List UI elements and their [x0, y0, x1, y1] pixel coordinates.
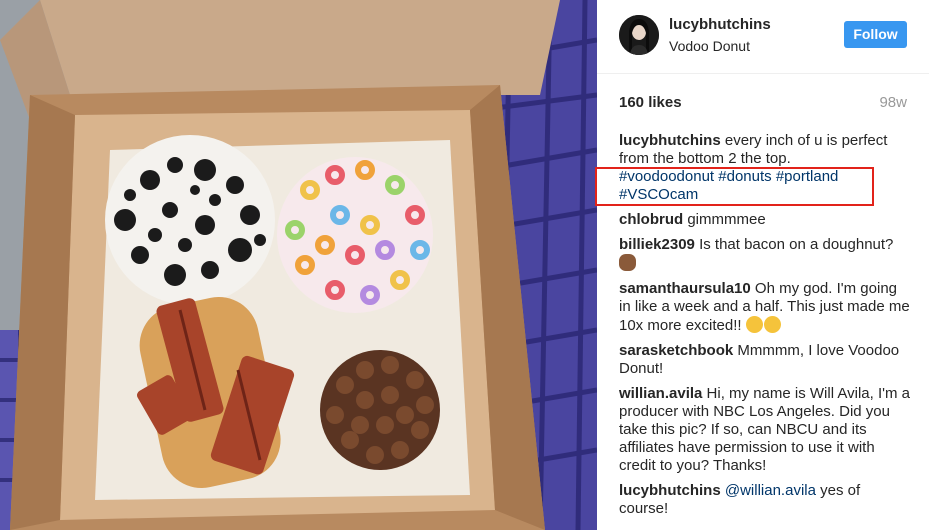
froot-loops-donut	[277, 157, 433, 313]
see-no-evil-monkey-icon	[619, 254, 636, 271]
hashtag-link[interactable]: #VSCOcam	[619, 186, 698, 203]
follow-button[interactable]: Follow	[844, 21, 907, 48]
post-photo[interactable]	[0, 0, 597, 530]
comment-item: sarasketchbook Mmmmm, I love Voodoo Donu…	[619, 342, 911, 378]
comment-username[interactable]: billiek2309	[619, 236, 695, 253]
hashtag-link[interactable]: #voodoodonut	[619, 168, 714, 185]
caption: lucybhutchins every inch of u is perfect…	[619, 132, 911, 204]
post-age[interactable]: 98w	[879, 94, 907, 111]
avatar[interactable]	[619, 15, 659, 55]
comment-text: gimmmmee	[687, 211, 766, 228]
comments-list: lucybhutchins every inch of u is perfect…	[619, 132, 911, 525]
comment-username[interactable]: willian.avila	[619, 385, 702, 402]
comment-item: billiek2309 Is that bacon on a doughnut?	[619, 236, 911, 273]
comment-username[interactable]: sarasketchbook	[619, 342, 733, 359]
post-username[interactable]: lucybhutchins	[669, 16, 771, 33]
hashtag-link[interactable]: #donuts	[718, 168, 771, 185]
comment-item: willian.avila Hi, my name is Will Avila,…	[619, 385, 911, 475]
post-location[interactable]: Vodoo Donut	[669, 38, 750, 54]
comment-username[interactable]: samanthaursula10	[619, 280, 751, 297]
mention-link[interactable]: @willian.avila	[725, 482, 816, 499]
heart-eyes-emoji-icon	[745, 316, 763, 333]
post-details-panel: lucybhutchins Vodoo Donut Follow 160 lik…	[597, 0, 929, 530]
comment-item: chlobrud gimmmmee	[619, 211, 911, 229]
comment-item: samanthaursula10 Oh my god. I'm going in…	[619, 280, 911, 335]
comment-username[interactable]: lucybhutchins	[619, 482, 721, 499]
comment-item: lucybhutchins @willian.avila yes of cour…	[619, 482, 911, 518]
post-header: lucybhutchins Vodoo Donut Follow	[597, 0, 929, 74]
likes-count[interactable]: 160 likes	[619, 94, 682, 111]
cocoa-puffs-donut	[320, 350, 440, 470]
avatar-image	[619, 15, 659, 55]
donut-box-image	[0, 0, 597, 530]
hashtag-link[interactable]: #portland	[776, 168, 839, 185]
comment-username[interactable]: chlobrud	[619, 211, 683, 228]
caption-username[interactable]: lucybhutchins	[619, 132, 721, 149]
post-stats: 160 likes 98w	[619, 94, 907, 114]
comment-text: Is that bacon on a doughnut?	[699, 236, 894, 253]
tongue-face-emoji-icon	[763, 316, 781, 333]
oreo-donut	[105, 135, 275, 305]
